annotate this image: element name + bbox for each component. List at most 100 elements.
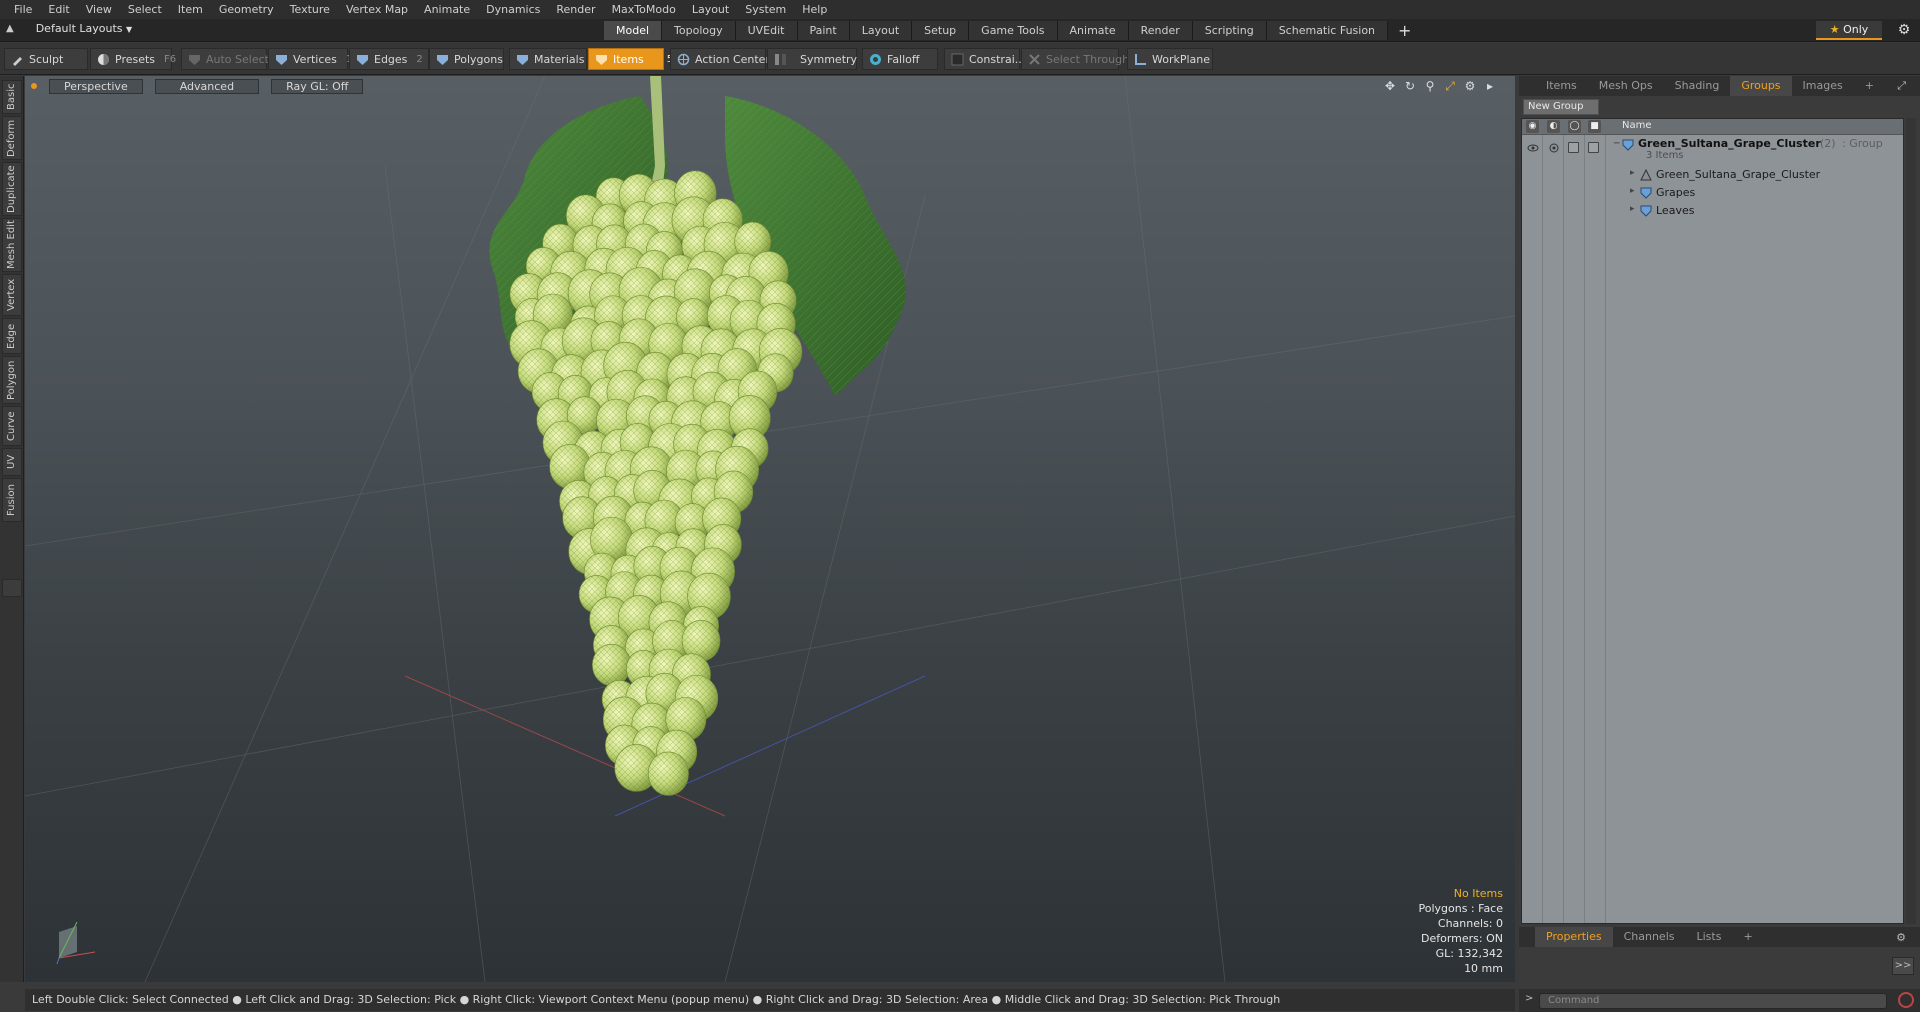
only-button[interactable]: ★ Only xyxy=(1816,21,1882,40)
eye-icon[interactable] xyxy=(1527,143,1539,153)
layout-dropdown[interactable]: Default Layouts ▼ xyxy=(36,22,132,35)
menu-render[interactable]: Render xyxy=(548,0,603,19)
tab-mesh-ops[interactable]: Mesh Ops xyxy=(1588,76,1664,96)
tab-groups[interactable]: Groups xyxy=(1730,76,1792,96)
menu-animate[interactable]: Animate xyxy=(416,0,478,19)
select-column-icon[interactable]: ■ xyxy=(1588,120,1601,133)
shading-mode-button[interactable]: Advanced xyxy=(154,78,260,94)
edges-button[interactable]: Edges 2 xyxy=(349,48,429,70)
tab-setup[interactable]: Setup xyxy=(912,21,970,40)
lock-column-icon[interactable]: ◯ xyxy=(1568,120,1581,133)
vtab-fusion[interactable]: Fusion xyxy=(2,478,22,522)
presets-button[interactable]: Presets F6 xyxy=(90,48,176,70)
tab-paint[interactable]: Paint xyxy=(797,21,850,40)
add-panel-tab-icon[interactable]: + xyxy=(1854,76,1885,96)
tab-properties[interactable]: Properties xyxy=(1535,927,1613,947)
menu-file[interactable]: File xyxy=(6,0,40,19)
menu-edit[interactable]: Edit xyxy=(40,0,77,19)
tab-render[interactable]: Render xyxy=(1128,21,1193,40)
vtab-uv[interactable]: UV xyxy=(2,448,22,476)
add-properties-tab-icon[interactable]: + xyxy=(1732,927,1763,947)
vtab-edge[interactable]: Edge xyxy=(2,318,22,354)
vtab-polygon[interactable]: Polygon xyxy=(2,356,22,404)
expand-icon[interactable]: ▸ xyxy=(1630,204,1635,214)
command-input[interactable]: Command xyxy=(1539,993,1887,1009)
command-history-icon[interactable] xyxy=(1898,992,1914,1008)
select-toggle[interactable] xyxy=(1588,142,1599,153)
menu-view[interactable]: View xyxy=(78,0,120,19)
action-center-button[interactable]: Action Center xyxy=(670,48,770,70)
falloff-button[interactable]: Falloff xyxy=(862,48,938,70)
vertices-button[interactable]: Vertices 1 xyxy=(268,48,352,70)
menu-layout[interactable]: Layout xyxy=(684,0,737,19)
tab-channels[interactable]: Channels xyxy=(1613,927,1686,947)
vtab-expand[interactable] xyxy=(2,579,22,597)
sculpt-button[interactable]: Sculpt xyxy=(4,48,88,70)
gear-icon[interactable]: ⚙ xyxy=(1896,22,1912,38)
properties-gear-icon[interactable]: ⚙ xyxy=(1896,931,1906,944)
select-through-button[interactable]: Select Through xyxy=(1021,48,1129,70)
lock-toggle[interactable] xyxy=(1568,142,1579,153)
menu-dynamics[interactable]: Dynamics xyxy=(478,0,548,19)
workplane-button[interactable]: WorkPlane xyxy=(1127,48,1213,70)
tab-topology[interactable]: Topology xyxy=(662,21,736,40)
vtab-duplicate[interactable]: Duplicate xyxy=(2,162,22,216)
tab-game-tools[interactable]: Game Tools xyxy=(969,21,1058,40)
expand-panel-icon[interactable]: ⤢ xyxy=(1897,79,1906,93)
new-group-button[interactable]: New Group xyxy=(1523,99,1599,115)
tab-model[interactable]: Model xyxy=(604,21,663,40)
group-child-row[interactable]: ▸ Green_Sultana_Grape_Cluster xyxy=(1522,168,1903,184)
zoom-icon[interactable]: ⚲ xyxy=(1423,79,1437,93)
expand-arrows-icon[interactable]: >> xyxy=(1892,957,1914,975)
layout-arrow-icon[interactable]: ▲ xyxy=(6,23,14,34)
menu-system[interactable]: System xyxy=(737,0,794,19)
menu-item[interactable]: Item xyxy=(170,0,211,19)
group-child-row[interactable]: ▸ Leaves xyxy=(1522,204,1903,220)
menu-select[interactable]: Select xyxy=(120,0,170,19)
viewport-menu-icon[interactable]: ▸ xyxy=(1483,79,1497,93)
tab-images[interactable]: Images xyxy=(1792,76,1854,96)
tab-schematic-fusion[interactable]: Schematic Fusion xyxy=(1266,21,1389,40)
items-button[interactable]: Items 5 xyxy=(588,48,673,70)
viewport-dot-icon[interactable] xyxy=(31,83,37,89)
constraints-button[interactable]: Constrai... xyxy=(944,48,1025,70)
pan-icon[interactable]: ✥ xyxy=(1383,79,1397,93)
render-toggle-icon[interactable] xyxy=(1548,143,1560,153)
vtab-mesh-edit[interactable]: Mesh Edit xyxy=(2,218,22,272)
tab-shading[interactable]: Shading xyxy=(1664,76,1731,96)
fit-icon[interactable]: ⤢ xyxy=(1443,79,1457,93)
menu-help[interactable]: Help xyxy=(794,0,835,19)
vtab-curve[interactable]: Curve xyxy=(2,406,22,446)
tab-lists[interactable]: Lists xyxy=(1686,927,1733,947)
menu-maxtomodo[interactable]: MaxToModo xyxy=(604,0,684,19)
visibility-column-icon[interactable]: ◉ xyxy=(1526,120,1539,133)
rotate-icon[interactable]: ↻ xyxy=(1403,79,1417,93)
auto-select-button[interactable]: Auto Select xyxy=(181,48,269,70)
3d-viewport[interactable]: Perspective Advanced Ray GL: Off ✥ ↻ ⚲ ⤢… xyxy=(25,76,1515,982)
group-row[interactable]: ─ Green_Sultana_Grape_Cluster (2) : Grou… xyxy=(1522,137,1903,167)
menu-texture[interactable]: Texture xyxy=(282,0,338,19)
tab-scripting[interactable]: Scripting xyxy=(1192,21,1267,40)
tab-animate[interactable]: Animate xyxy=(1057,21,1129,40)
viewport-gear-icon[interactable]: ⚙ xyxy=(1463,79,1477,93)
expand-icon[interactable]: ▸ xyxy=(1630,186,1635,196)
render-column-icon[interactable]: ◐ xyxy=(1547,120,1560,133)
raygl-button[interactable]: Ray GL: Off xyxy=(271,78,364,94)
vtab-deform[interactable]: Deform xyxy=(2,116,22,160)
tab-items[interactable]: Items xyxy=(1535,76,1588,96)
menu-vertex-map[interactable]: Vertex Map xyxy=(338,0,416,19)
group-child-row[interactable]: ▸ Grapes xyxy=(1522,186,1903,202)
menu-geometry[interactable]: Geometry xyxy=(211,0,282,19)
tree-scrollbar[interactable] xyxy=(1906,118,1916,924)
view-mode-button[interactable]: Perspective xyxy=(49,78,143,94)
expand-icon[interactable]: ▸ xyxy=(1630,168,1635,178)
symmetry-button[interactable]: Symmetry xyxy=(767,48,857,70)
polygons-button[interactable]: Polygons xyxy=(429,48,504,70)
collapse-icon[interactable]: ─ xyxy=(1614,139,1619,149)
tab-uvedit[interactable]: UVEdit xyxy=(735,21,798,40)
vtab-basic[interactable]: Basic xyxy=(2,80,22,114)
tab-layout[interactable]: Layout xyxy=(849,21,913,40)
materials-button[interactable]: Materials xyxy=(509,48,587,70)
vtab-vertex[interactable]: Vertex xyxy=(2,274,22,316)
add-tab-icon[interactable]: + xyxy=(1388,21,1421,40)
